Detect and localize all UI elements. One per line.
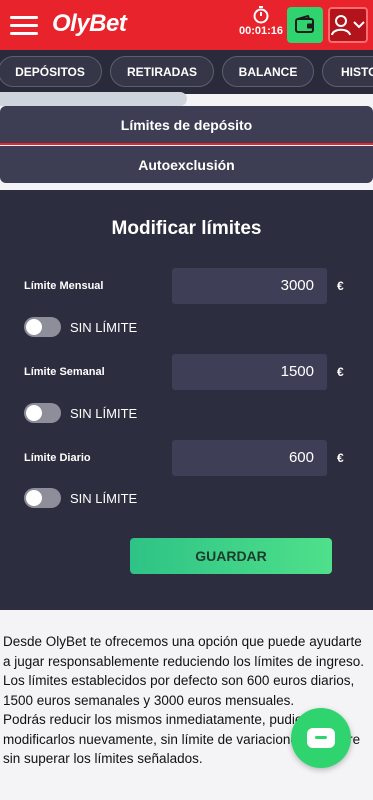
daily-currency: € [337,451,344,465]
weekly-limit-input[interactable]: 1500 [172,354,327,390]
brand-logo[interactable]: OlyBet [52,10,127,38]
limits-form: Modificar límites Límite Mensual 3000 € … [0,190,373,610]
tab-historial[interactable]: HISTO [322,56,373,87]
account-tabs: DEPÓSITOS RETIRADAS BALANCE HISTO [0,50,373,94]
monthly-limit-input[interactable]: 3000 [172,268,327,304]
daily-limit-label: Límite Diario [24,452,91,464]
monthly-unlimited-label: SIN LÍMITE [70,320,138,335]
daily-unlimited-toggle[interactable] [24,488,61,508]
tab-retiradas[interactable]: RETIRADAS [110,56,214,87]
user-menu-button[interactable] [328,7,368,43]
monthly-unlimited-toggle[interactable] [24,317,61,337]
stopwatch-icon [253,6,269,24]
weekly-unlimited-label: SIN LÍMITE [70,406,138,421]
chevron-down-icon [353,21,365,29]
weekly-currency: € [337,365,344,379]
tab-self-exclusion[interactable]: Autoexclusión [0,146,373,183]
tab-deposit-limits[interactable]: Límites de depósito [0,106,373,144]
tab-depositos[interactable]: DEPÓSITOS [0,56,102,87]
top-header: OlyBet 00:01:16 [0,0,373,50]
wallet-icon [295,15,314,33]
monthly-limit-label: Límite Mensual [24,280,104,292]
tabs-scrollbar[interactable] [0,92,187,106]
active-tab-indicator [0,143,373,145]
chat-icon [307,728,335,748]
wallet-button[interactable] [287,7,323,43]
daily-unlimited-label: SIN LÍMITE [70,491,138,506]
session-time: 00:01:16 [238,25,284,37]
daily-limit-input[interactable]: 600 [172,440,327,476]
form-title: Modificar límites [111,218,262,239]
save-button[interactable]: GUARDAR [130,538,332,574]
chat-button[interactable] [291,708,351,768]
session-timer: 00:01:16 [236,6,286,37]
weekly-limit-label: Límite Semanal [24,366,105,378]
monthly-currency: € [337,279,344,293]
tab-balance[interactable]: BALANCE [222,56,314,87]
weekly-unlimited-toggle[interactable] [24,403,61,423]
user-icon [331,15,351,36]
hamburger-menu-icon[interactable] [10,16,38,35]
